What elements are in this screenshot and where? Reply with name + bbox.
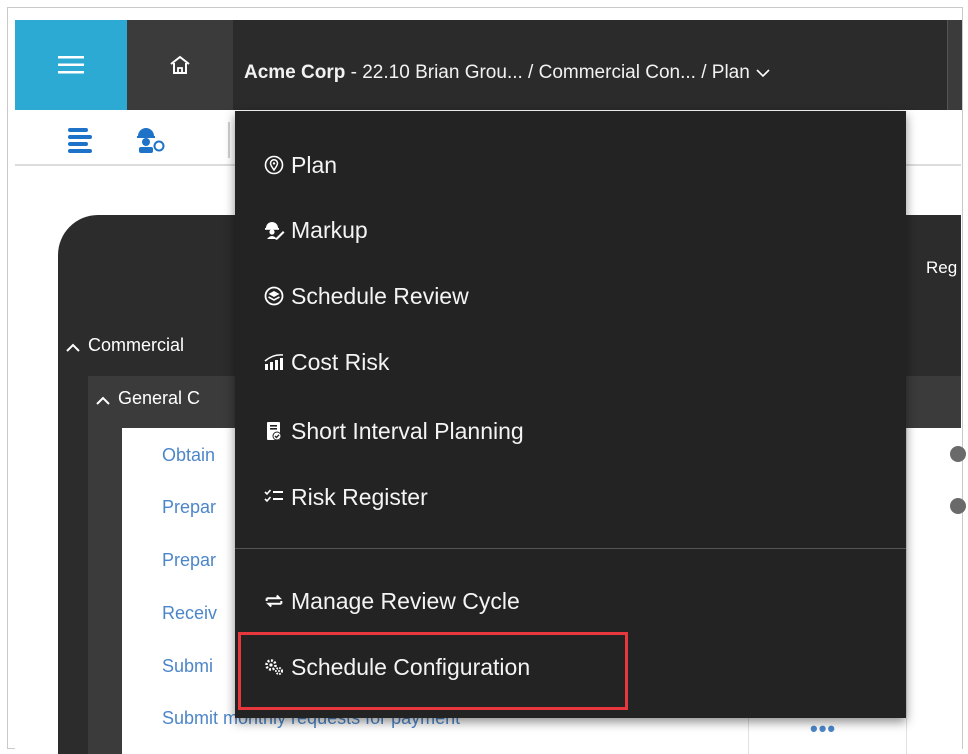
menu-item-markup[interactable]: Markup <box>263 210 368 250</box>
indent-strip <box>88 428 122 754</box>
home-icon <box>170 55 190 74</box>
clipboard-check-icon <box>263 420 285 442</box>
task-link[interactable]: Prepar <box>162 550 216 571</box>
chart-bars-icon <box>263 351 285 373</box>
menu-item-label: Markup <box>291 216 368 243</box>
toolbar-separator <box>228 122 230 158</box>
task-link[interactable]: Receiv <box>162 603 217 624</box>
resource-settings-icon[interactable] <box>134 124 166 159</box>
column-c <box>906 428 962 754</box>
breadcrumb-path: - 22.10 Brian Grou... / Commercial Con..… <box>345 62 750 84</box>
status-dot <box>950 446 966 462</box>
location-pin-icon <box>263 154 285 176</box>
menu-item-plan[interactable]: Plan <box>263 145 337 185</box>
menu-item-cost-risk[interactable]: Cost Risk <box>263 342 389 382</box>
group-label-general: General C <box>118 388 201 408</box>
menu-item-label: Short Interval Planning <box>291 417 524 444</box>
highlight-box <box>238 632 628 710</box>
task-link[interactable]: Obtain <box>162 445 215 466</box>
menu-item-label: Schedule Review <box>291 282 469 309</box>
menu-item-schedule-review[interactable]: Schedule Review <box>263 276 469 316</box>
chevron-down-icon[interactable] <box>756 55 770 91</box>
menu-item-label: Risk Register <box>291 483 428 510</box>
group-label-commercial: Commercial <box>88 335 185 355</box>
home-button[interactable] <box>127 20 233 110</box>
gantt-list-icon[interactable] <box>66 124 96 159</box>
hamburger-icon <box>58 56 84 74</box>
menu-item-risk-register[interactable]: Risk Register <box>263 477 428 517</box>
module-menu: Plan Markup Schedule Review Cost Risk Sh… <box>235 111 906 718</box>
menu-item-label: Manage Review Cycle <box>291 587 520 614</box>
breadcrumb-company: Acme Corp <box>244 62 346 84</box>
worker-pen-icon <box>263 219 285 241</box>
task-link[interactable]: Prepar <box>162 497 216 518</box>
layers-circle-icon <box>263 285 285 307</box>
column-header-reg: Reg <box>926 258 958 277</box>
checklist-icon <box>263 486 285 508</box>
status-dot <box>950 498 966 514</box>
breadcrumb[interactable]: Acme Corp - 22.10 Brian Grou... / Commer… <box>244 55 770 91</box>
chevron-up-icon[interactable] <box>96 390 110 411</box>
more-options-icon[interactable]: ••• <box>810 716 836 742</box>
chevron-up-icon[interactable] <box>66 337 80 358</box>
menu-item-manage-review-cycle[interactable]: Manage Review Cycle <box>263 581 520 621</box>
swap-arrows-icon <box>263 590 285 612</box>
task-link[interactable]: Submi <box>162 656 213 677</box>
topbar-right-edge <box>947 20 962 110</box>
menu-item-short-interval-planning[interactable]: Short Interval Planning <box>263 411 524 451</box>
menu-item-label: Cost Risk <box>291 348 390 375</box>
menu-divider <box>235 548 906 549</box>
menu-item-label: Plan <box>291 151 338 178</box>
menu-button[interactable] <box>15 20 127 110</box>
